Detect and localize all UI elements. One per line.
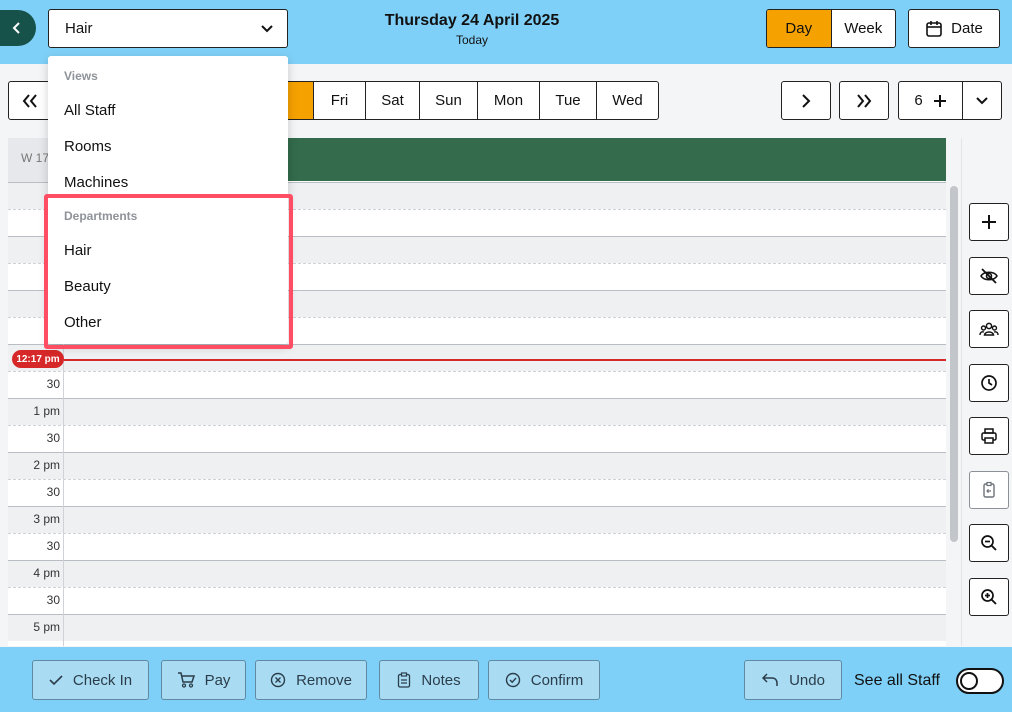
- time-row[interactable]: 30: [8, 371, 946, 398]
- menu-item-machines[interactable]: Machines: [64, 174, 128, 191]
- clock-button[interactable]: [969, 364, 1009, 402]
- time-row[interactable]: 2 pm: [8, 452, 946, 479]
- day-tab-tue[interactable]: Tue: [539, 82, 596, 119]
- next-week-button[interactable]: [839, 81, 889, 120]
- calendar-icon: [926, 20, 942, 37]
- day-tab-fri[interactable]: Fri: [313, 82, 365, 119]
- clock-icon: [981, 375, 997, 391]
- chevron-down-icon: [976, 96, 988, 104]
- time-row[interactable]: 30: [8, 533, 946, 560]
- zoom-out-button[interactable]: [969, 524, 1009, 562]
- notes-label: Notes: [421, 671, 461, 689]
- time-row[interactable]: 30: [8, 425, 946, 452]
- toggle-knob: [960, 672, 978, 690]
- date-picker-button[interactable]: Date: [908, 9, 1000, 48]
- plus-icon: [982, 215, 996, 229]
- staff-groups-button[interactable]: [969, 310, 1009, 348]
- time-row-divider: [8, 533, 946, 534]
- view-week-button[interactable]: Week: [832, 10, 896, 47]
- notes-button[interactable]: Notes: [379, 660, 479, 700]
- see-all-staff-toggle[interactable]: [956, 668, 1004, 694]
- plus-icon: [933, 94, 946, 107]
- chevron-right-icon: [802, 93, 811, 108]
- double-chevron-right-icon: [857, 93, 872, 108]
- current-time-line: [64, 359, 946, 361]
- date-title: Thursday 24 April 2025: [384, 12, 560, 29]
- time-row[interactable]: 5 pm: [8, 614, 946, 641]
- time-row-divider: [8, 506, 946, 507]
- chevron-left-icon: [12, 22, 20, 34]
- column-count-value: 6: [914, 92, 923, 109]
- check-in-label: Check In: [72, 671, 133, 689]
- day-tab-sun[interactable]: Sun: [419, 82, 477, 119]
- chevron-down-icon: [261, 24, 273, 32]
- zoom-out-icon: [981, 535, 997, 551]
- double-chevron-left-icon: [22, 93, 37, 108]
- time-row[interactable]: 30: [8, 479, 946, 506]
- views-heading: Views: [64, 69, 98, 83]
- confirm-label: Confirm: [530, 671, 584, 689]
- print-button[interactable]: [969, 417, 1009, 455]
- time-row[interactable]: 1 pm: [8, 398, 946, 425]
- menu-item-rooms[interactable]: Rooms: [64, 138, 112, 155]
- zoom-in-icon: [981, 589, 997, 605]
- view-toggle: Day Week: [766, 9, 896, 48]
- next-day-button[interactable]: [781, 81, 831, 120]
- time-row-divider: [8, 587, 946, 588]
- date-heading: Thursday 24 April 2025 Today: [340, 12, 604, 47]
- zoom-in-button[interactable]: [969, 578, 1009, 616]
- day-strip: y Fri Sat Sun Mon Tue Wed: [254, 81, 659, 120]
- date-subtitle: Today: [455, 33, 489, 47]
- paste-button[interactable]: [969, 471, 1009, 509]
- time-row-divider: [8, 614, 946, 615]
- calendar-scrollbar[interactable]: [950, 186, 958, 542]
- view-day-button[interactable]: Day: [767, 10, 832, 47]
- day-tab-mon[interactable]: Mon: [477, 82, 539, 119]
- column-count-increase[interactable]: 6: [899, 82, 963, 119]
- departments-highlight-box: [44, 194, 293, 349]
- date-picker-label: Date: [951, 20, 983, 37]
- time-row-divider: [8, 479, 946, 480]
- time-row-divider: [8, 398, 946, 399]
- remove-button[interactable]: Remove: [255, 660, 367, 700]
- cart-icon: [177, 672, 195, 688]
- check-in-button[interactable]: Check In: [32, 660, 149, 700]
- day-tab-wed[interactable]: Wed: [596, 82, 658, 119]
- previous-week-button[interactable]: [8, 81, 52, 120]
- printer-icon: [981, 428, 997, 444]
- time-row[interactable]: 3 pm: [8, 506, 946, 533]
- time-row-divider: [8, 560, 946, 561]
- time-row-divider: [8, 452, 946, 453]
- undo-button[interactable]: Undo: [744, 660, 842, 700]
- remove-label: Remove: [296, 671, 352, 689]
- confirm-button[interactable]: Confirm: [488, 660, 600, 700]
- time-row-divider: [8, 371, 946, 372]
- users-icon: [979, 322, 999, 336]
- undo-label: Undo: [789, 671, 825, 689]
- undo-icon: [762, 673, 778, 686]
- department-select-value: Hair: [65, 20, 93, 37]
- department-select[interactable]: Hair: [48, 9, 288, 48]
- clipboard-icon: [983, 481, 995, 498]
- toggle-visibility-button[interactable]: [969, 257, 1009, 295]
- time-row-divider: [8, 425, 946, 426]
- time-row[interactable]: 4 pm: [8, 560, 946, 587]
- time-row[interactable]: 30: [8, 587, 946, 614]
- current-time-badge: 12:17 pm: [12, 350, 64, 368]
- column-count-dropdown[interactable]: [963, 82, 1001, 119]
- see-all-staff-label: See all Staff: [854, 672, 940, 689]
- pay-button[interactable]: Pay: [161, 660, 246, 700]
- x-circle-icon: [270, 672, 286, 688]
- add-appointment-button[interactable]: [969, 203, 1009, 241]
- pay-label: Pay: [204, 671, 231, 689]
- menu-item-all-staff[interactable]: All Staff: [64, 102, 115, 119]
- clipboard-list-icon: [398, 672, 411, 688]
- check-circle-icon: [505, 672, 520, 688]
- day-tab-sat[interactable]: Sat: [365, 82, 419, 119]
- column-count-control: 6: [898, 81, 1002, 120]
- eye-off-icon: [980, 268, 998, 284]
- back-button[interactable]: [0, 10, 36, 46]
- check-icon: [49, 675, 63, 686]
